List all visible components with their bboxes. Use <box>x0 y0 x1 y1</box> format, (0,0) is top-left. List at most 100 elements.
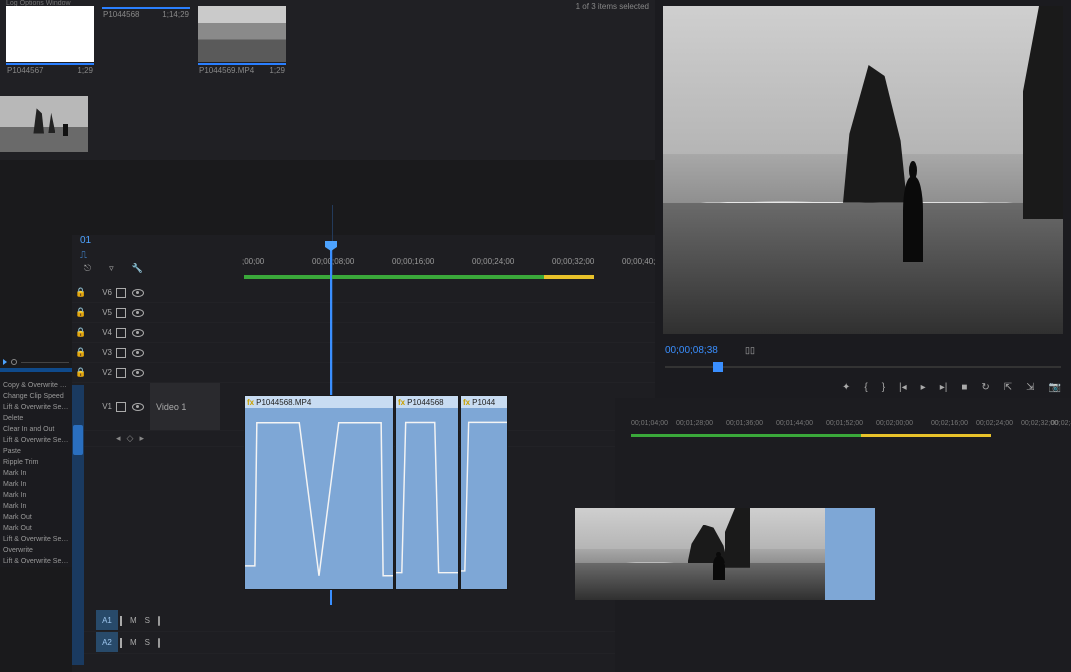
loop-icon[interactable]: ↻ <box>981 382 989 393</box>
sync-lock-icon[interactable] <box>116 308 126 318</box>
menu-item[interactable]: Mark In <box>0 501 72 512</box>
menu-item[interactable]: Copy & Overwrite Selection <box>0 380 72 391</box>
menu-item[interactable]: Mark In <box>0 490 72 501</box>
lift-icon[interactable]: ⇱ <box>1004 382 1012 393</box>
eye-icon[interactable] <box>132 349 144 357</box>
menu-item[interactable]: Paste <box>0 446 72 457</box>
ruler-tick: 00;02;24;00 <box>976 420 1013 427</box>
video-clip[interactable]: fxP1044568 <box>395 395 459 590</box>
lock-icon[interactable]: 🔒 <box>72 347 90 358</box>
sync-lock-icon[interactable] <box>120 616 122 626</box>
mute-button[interactable]: M <box>130 638 137 647</box>
play-stop-icon[interactable]: ▯▯ <box>745 345 755 356</box>
track-height-slider[interactable] <box>72 385 84 665</box>
eye-icon[interactable] <box>132 289 144 297</box>
eye-icon[interactable] <box>132 329 144 337</box>
program-viewport[interactable] <box>663 6 1063 334</box>
program-timecode[interactable]: 00;00;08;38 <box>665 345 718 356</box>
video-clip[interactable]: fxP1044 <box>460 395 508 590</box>
secondary-clip[interactable] <box>575 508 875 600</box>
stop-icon[interactable]: ■ <box>961 382 967 393</box>
program-monitor: 00;00;08;38 ▯▯ ✦ { } |◂ ▸ ▸| ■ ↻ ⇱ ⇲ 📷 <box>655 0 1071 398</box>
lock-icon[interactable]: 🔒 <box>72 307 90 318</box>
audio-track-row[interactable]: M S <box>72 632 655 654</box>
menu-item[interactable]: Lift & Overwrite Selection <box>0 534 72 545</box>
menu-item[interactable]: Mark Out <box>0 523 72 534</box>
track-label: V4 <box>90 328 116 337</box>
track-label: V2 <box>90 368 116 377</box>
lock-icon[interactable]: 🔒 <box>72 367 90 378</box>
settings-icon[interactable]: 🔧 <box>132 263 143 274</box>
marker-icon[interactable]: ▿ <box>109 263 114 274</box>
program-transport: ✦ { } |◂ ▸ ▸| ■ ↻ ⇱ ⇲ 📷 <box>655 378 1071 396</box>
audio-target[interactable]: A2 <box>96 632 118 652</box>
clip-name: P1044567 <box>7 66 43 75</box>
menu-item[interactable]: Change Clip Speed <box>0 391 72 402</box>
shortcut-search[interactable] <box>0 356 72 368</box>
add-keyframe-icon[interactable]: ◇ <box>127 433 134 444</box>
menu-item[interactable]: Overwrite <box>0 545 72 556</box>
project-item[interactable]: P10445681;14;29 <box>102 6 190 75</box>
menu-item[interactable]: Delete <box>0 413 72 424</box>
play-icon[interactable]: ▸ <box>921 382 926 393</box>
sync-lock-icon[interactable] <box>120 638 122 648</box>
time-remap-curve[interactable] <box>396 408 458 585</box>
voiceover-icon[interactable] <box>158 638 160 648</box>
menu-item[interactable]: Mark In <box>0 479 72 490</box>
program-playhead[interactable] <box>713 362 723 372</box>
sync-lock-icon[interactable] <box>116 288 126 298</box>
menu-item[interactable]: Lift & Overwrite Selection <box>0 556 72 567</box>
sync-lock-icon[interactable] <box>116 402 126 412</box>
lock-icon[interactable]: 🔒 <box>72 327 90 338</box>
clip-name: P1044568 <box>103 10 139 19</box>
linked-selection-icon[interactable]: ⎋ <box>84 263 91 274</box>
video-clip[interactable]: fxP1044568.MP4 <box>244 395 394 590</box>
voiceover-icon[interactable] <box>158 616 160 626</box>
export-frame-icon[interactable]: 📷 <box>1049 382 1061 393</box>
menu-item[interactable]: Lift & Overwrite Selection <box>0 402 72 413</box>
audio-track-row[interactable]: M S <box>72 610 655 632</box>
context-menu-header <box>0 368 72 372</box>
snap-icon[interactable]: ⎍ <box>80 250 91 261</box>
extract-icon[interactable]: ⇲ <box>1026 382 1034 393</box>
track-row[interactable]: 🔒V3 <box>72 343 655 363</box>
solo-button[interactable]: S <box>145 638 150 647</box>
menu-item[interactable]: Ripple Trim <box>0 457 72 468</box>
project-item[interactable]: P10445671;29 <box>6 6 94 75</box>
menu-item[interactable]: Lift & Overwrite Selection <box>0 435 72 446</box>
next-keyframe-icon[interactable]: ▸ <box>139 433 144 444</box>
lock-icon[interactable]: 🔒 <box>72 287 90 298</box>
secondary-ruler[interactable]: 00;01;04;00 00;01;28;00 00;01;36;00 00;0… <box>631 420 1061 434</box>
time-remap-curve[interactable] <box>461 408 507 583</box>
solo-button[interactable]: S <box>145 616 150 625</box>
sync-lock-icon[interactable] <box>116 348 126 358</box>
prev-keyframe-icon[interactable]: ◂ <box>116 433 121 444</box>
mute-button[interactable]: M <box>130 616 137 625</box>
track-label: V6 <box>90 288 116 297</box>
eye-icon[interactable] <box>132 403 144 411</box>
track-row[interactable]: 🔒V2 <box>72 363 655 383</box>
track-label: V5 <box>90 308 116 317</box>
step-back-icon[interactable]: |◂ <box>899 382 907 393</box>
program-scrubber[interactable] <box>665 360 1061 374</box>
sync-lock-icon[interactable] <box>116 328 126 338</box>
project-item[interactable]: P1044569.MP41;29 <box>198 6 286 75</box>
timeline-timecode[interactable]: 01 ⎍ <box>80 235 91 261</box>
track-row[interactable]: 🔒V5 <box>72 303 655 323</box>
ruler-tick: 00;00;16;00 <box>392 257 434 266</box>
mark-in-icon[interactable]: { <box>864 382 867 393</box>
mark-out-icon[interactable]: } <box>882 382 885 393</box>
eye-icon[interactable] <box>132 369 144 377</box>
audio-target[interactable]: A1 <box>96 610 118 630</box>
time-remap-curve[interactable] <box>245 408 393 589</box>
track-row[interactable]: 🔒V4 <box>72 323 655 343</box>
add-marker-icon[interactable]: ✦ <box>842 382 850 393</box>
menu-item[interactable]: Clear In and Out <box>0 424 72 435</box>
eye-icon[interactable] <box>132 309 144 317</box>
track-row[interactable]: 🔒V6 <box>72 283 655 303</box>
menu-item[interactable]: Mark In <box>0 468 72 479</box>
menu-item[interactable]: Mark Out <box>0 512 72 523</box>
step-forward-icon[interactable]: ▸| <box>940 382 948 393</box>
timeline-clips[interactable]: fxP1044568.MP4 fxP1044568 fxP1044 <box>244 395 514 590</box>
sync-lock-icon[interactable] <box>116 368 126 378</box>
